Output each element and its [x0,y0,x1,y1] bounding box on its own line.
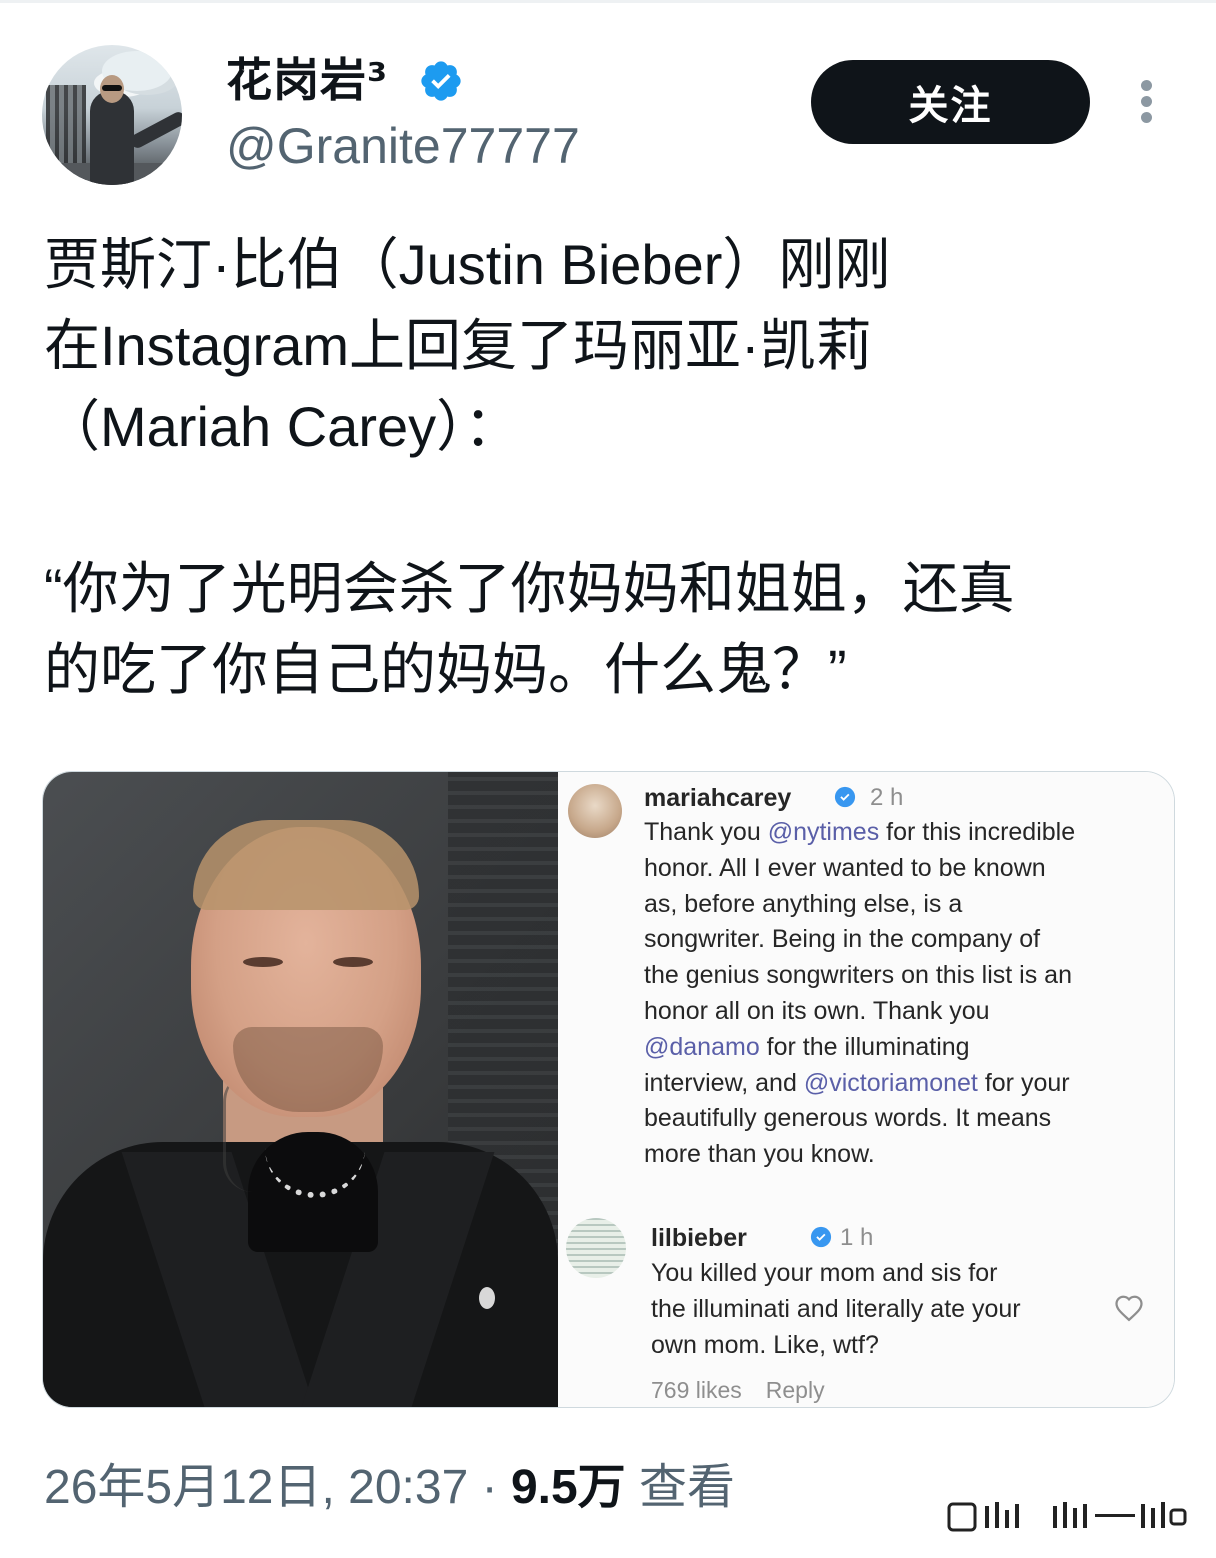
follow-button[interactable]: 关注 [811,60,1090,144]
comment-time: 1 h [840,1224,874,1251]
tweet-timestamp[interactable]: 26年5月12日, 20:37 [44,1461,468,1514]
comment-body: You killed your mom and sis for the illu… [651,1259,1021,1359]
watermark-logo [947,1502,1187,1532]
tweet-line: 贾斯汀·比伯（Justin Bieber）刚刚 [44,233,891,296]
media-screenshot-comments[interactable]: mariahcarey 2 h Thank you @nytimes for t… [558,772,1174,1407]
mention-link[interactable]: @nytimes [768,818,880,846]
author-handle[interactable]: @Granite77777 [226,118,580,174]
tweet-media[interactable]: mariahcarey 2 h Thank you @nytimes for t… [42,771,1175,1408]
heart-icon[interactable] [1114,1294,1144,1322]
views-label: 查看 [639,1461,736,1514]
comment-meta: 769 likes Reply [651,1377,825,1404]
comment-time: 2 h [870,784,904,811]
top-divider [0,0,1216,3]
views-count: 9.5万 [510,1461,626,1514]
tweet-footer: 26年5月12日, 20:37 · 9.5万 查看 [44,1458,735,1518]
comment-username: mariahcarey [644,784,792,812]
media-photo[interactable] [43,772,558,1407]
mention-link[interactable]: @danamo [644,1033,760,1061]
more-options-icon[interactable] [1136,80,1156,126]
footer-separator: · [481,1461,498,1514]
likes-count: 769 likes [651,1377,742,1403]
reply-link[interactable]: Reply [766,1377,825,1403]
comment-avatar [566,1218,626,1278]
verified-badge-icon [421,61,461,101]
tweet-line: “你为了光明会杀了你妈妈和姐姐，还真 [44,557,1015,620]
tweet-line: （Mariah Carey）： [44,395,521,458]
comment-body: Thank you @nytimes for this incredible h… [644,818,1076,1169]
comment-username: lilbieber [651,1224,747,1252]
author-display-name[interactable]: 花岗岩³ [226,52,388,108]
author-avatar[interactable] [42,45,182,185]
verified-badge-icon [834,786,856,808]
verified-badge-icon [810,1226,832,1248]
tweet-text: 贾斯汀·比伯（Justin Bieber）刚刚 在Instagram上回复了玛丽… [44,224,1174,710]
tweet-line: 的吃了你自己的妈妈。什么鬼？” [44,638,847,701]
comment-avatar [568,784,622,838]
tweet-line: 在Instagram上回复了玛丽亚·凯莉 [44,314,872,377]
mention-link[interactable]: @victoriamonet [804,1069,978,1097]
